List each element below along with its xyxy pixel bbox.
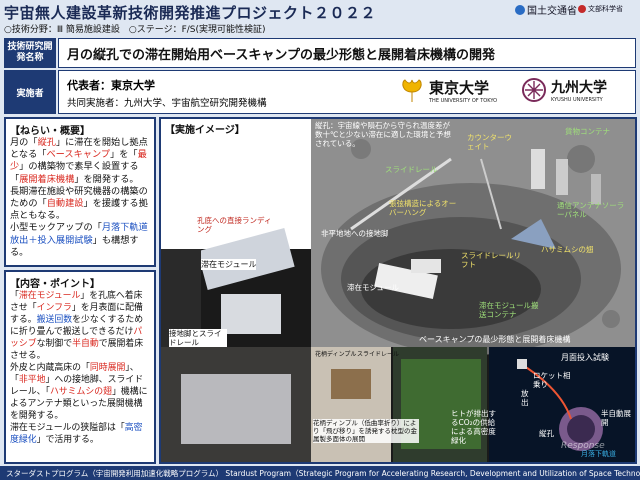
content-text: 「滞在モジュール」を孔底へ着床させ「インフラ」を月表面に配備する。搬送回数を少な… — [10, 291, 148, 445]
mlit-logo: 国土交通省 — [515, 2, 577, 17]
utokyo-logo: 東京大学 THE UNIVERSITY OF TOKYO — [399, 77, 497, 104]
mext-logo: 文部科学省 — [578, 4, 623, 14]
label-earwig: ハサミムシの翅 — [541, 245, 594, 254]
label-rocket: ロケット相乗り — [533, 371, 571, 389]
implementer-box: 代表者：東京大学 共同実施者：九州大学、宇宙航空研究開発機構 東京大学 THE … — [58, 70, 636, 114]
mext-label: 文部科学省 — [588, 5, 623, 13]
label-test: 月面投入試験 — [561, 353, 609, 362]
tech-name-tag: 技術研究開発名称 — [4, 38, 56, 68]
implementer-tag-label: 実施者 — [16, 88, 44, 99]
utokyo-en: THE UNIVERSITY OF TOKYO — [429, 98, 498, 104]
footer: スターダストプログラム（宇宙開発利用加速化戦略プログラム） Stardust P… — [0, 466, 640, 480]
content-heading: 【内容・ポイント】 — [10, 279, 100, 290]
ginkgo-icon — [402, 78, 422, 102]
watermark: Response — [561, 441, 605, 451]
footer-text: スターダストプログラム（宇宙開発利用加速化戦略プログラム） Stardust P… — [6, 468, 640, 478]
label-antenna: 通信アンテナソーラーパネル — [557, 201, 625, 219]
content-panel: 【内容・ポイント】 「滞在モジュール」を孔底へ着床させ「インフラ」を月表面に配備… — [4, 270, 156, 464]
label-shelter: 縦孔：宇宙線や隕石から守られ温度差が数十℃と少ない滞在に適した環境と予想されてい… — [315, 121, 451, 148]
kyushu-logo: 九州大学 KYUSHU UNIVERSITY — [521, 77, 607, 103]
label-counterweight: カウンターウェイト — [467, 133, 512, 151]
label-semi: 半自動展開 — [601, 409, 631, 427]
label-rail-lift: スライドレールリフト — [461, 251, 521, 269]
label-leg-rail: 接地脚とスライドレール — [169, 329, 227, 347]
label-pit: 縦孔 — [539, 429, 554, 438]
implementer-tag: 実施者 — [4, 70, 56, 114]
meta-line: ○技術分野：Ⅲ 簡易施設建設 ○ステージ：F/S(実現可能性検証) — [4, 25, 266, 35]
mlit-label: 国土交通省 — [527, 6, 577, 17]
co-label: 共同実施者： — [67, 98, 125, 109]
aim-text: 月の「縦孔」に滞在を開始し拠点となる「ベースキャンプ」を「最少」の構築物で素早く… — [10, 137, 148, 258]
kyushu-name: 九州大学 — [551, 80, 607, 96]
label-flower-small: 花柄ディンプル — [315, 351, 357, 358]
label-module: 滞在モジュール — [347, 283, 399, 292]
page-title: 宇宙無人建設革新技術開発推進プロジェクト２０２２ — [4, 4, 377, 22]
label-stay-module: 滞在モジュール — [201, 259, 257, 270]
label-caption: ベースキャンプの最少形態と展開着床機構 — [419, 335, 571, 344]
image-panel: 【実施イメージ】 孔底への直接ランディング 滞在モジュール 接地脚とスライドレー… — [159, 117, 637, 464]
label-greening: ヒトが排出するCO₂の供給による高密度緑化 — [451, 409, 496, 445]
image-heading: 【実施イメージ】 — [165, 125, 245, 136]
label-flower: 花柄ディンプル（低曲率折り）により「飛び移り」を誘発する枕型の金属製多面体の展開 — [313, 419, 419, 443]
aim-heading: 【ねらい・概要】 — [10, 126, 90, 137]
label-overhang: 張弦構造によるオーバーハング — [389, 199, 457, 217]
tech-name-tag-label: 技術研究開発名称 — [7, 42, 53, 63]
label-transport: 滞在モジュール搬送コンテナ — [479, 301, 539, 319]
label-slide-small: スライドレール — [357, 351, 400, 358]
utokyo-name: 東京大学 — [429, 79, 490, 97]
label-cargo: 貨物コンテナ — [565, 127, 610, 136]
mext-icon — [578, 5, 586, 13]
label-pit-landing: 孔底への直接ランディング — [197, 216, 272, 234]
project-title: 月の縦孔での滞在開始用ベースキャンプの最少形態と展開着床機構の開発 — [58, 38, 636, 68]
rep-name: 東京大学 — [111, 79, 155, 92]
kyushu-en: KYUSHU UNIVERSITY — [551, 97, 603, 103]
label-slide-rail: スライドレール — [385, 165, 438, 174]
mlit-icon — [515, 4, 525, 15]
rep-label: 代表者： — [67, 79, 111, 92]
co-names: 九州大学、宇宙航空研究開発機構 — [124, 98, 267, 109]
aim-panel: 【ねらい・概要】 月の「縦孔」に滞在を開始し拠点となる「ベースキャンプ」を「最少… — [4, 117, 156, 267]
kyushu-emblem-icon — [522, 78, 546, 102]
label-nonflat: 非平地地への接地脚 — [321, 229, 389, 238]
label-release: 放出 — [521, 389, 529, 407]
